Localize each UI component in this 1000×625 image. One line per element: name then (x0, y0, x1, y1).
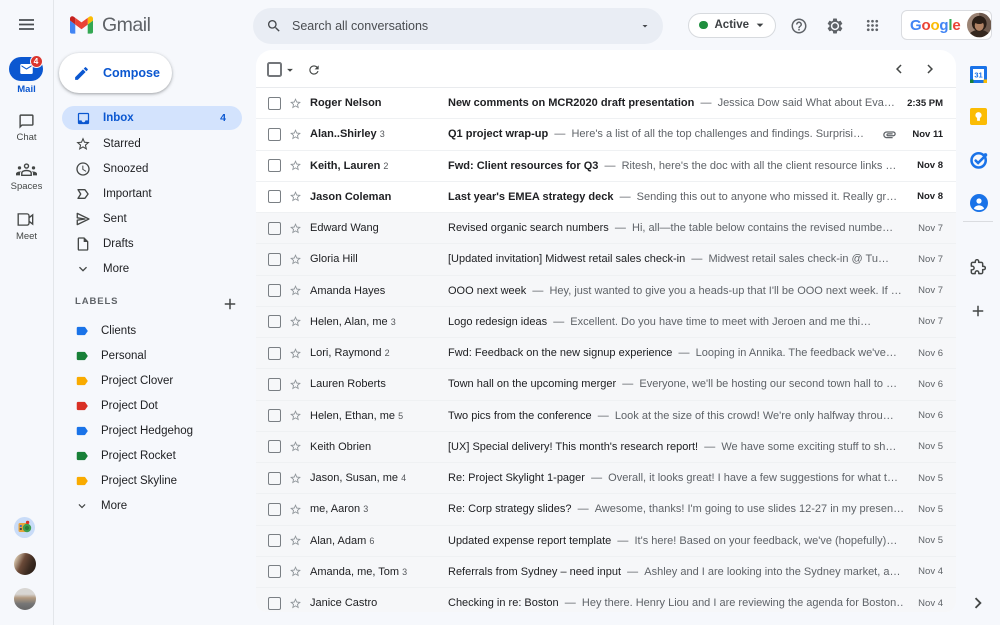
svg-text:31: 31 (974, 70, 982, 79)
